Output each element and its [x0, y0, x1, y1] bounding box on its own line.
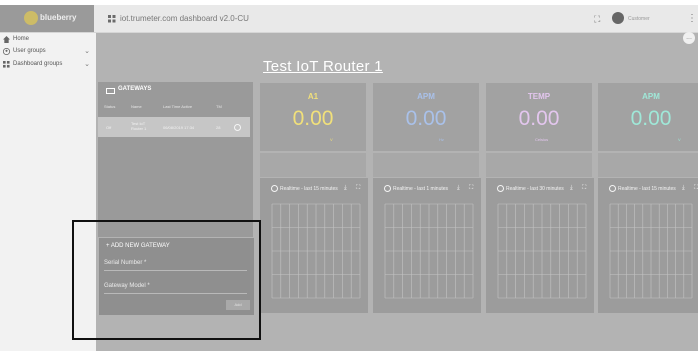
- card-unit: V: [678, 137, 681, 142]
- gateway-name[interactable]: Test IoT Router 1: [131, 121, 157, 131]
- clock-icon[interactable]: [497, 185, 504, 192]
- card-unit: Celsius: [535, 137, 549, 142]
- user-name[interactable]: Customer: [628, 16, 650, 22]
- more-vertical-icon[interactable]: ⋮: [687, 13, 697, 24]
- card-value: 0.00: [630, 107, 672, 130]
- logo-icon: [24, 11, 38, 25]
- gateway-model-field[interactable]: Gateway Model *: [104, 283, 150, 289]
- clock-icon[interactable]: [384, 185, 391, 192]
- sidebar-item-user-groups[interactable]: User groups ⌄: [0, 47, 96, 58]
- gateway-status: Off: [106, 125, 112, 130]
- download-icon[interactable]: ⤓: [457, 185, 460, 192]
- chart-plot: [497, 203, 587, 299]
- card-footer: [373, 153, 479, 177]
- realtime-chart: Realtime - last 15 minutes ⤓ ⛶: [260, 178, 368, 313]
- download-icon[interactable]: ⤓: [344, 185, 347, 192]
- realtime-chart: Realtime - last 1 minutes ⤓ ⛶: [373, 178, 481, 313]
- sidebar-item-label: Dashboard groups: [13, 61, 63, 67]
- chart-timewindow[interactable]: Realtime - last 15 minutes: [280, 186, 338, 192]
- serial-number-field[interactable]: Serial Number *: [104, 260, 146, 266]
- download-icon[interactable]: ⤓: [682, 185, 685, 192]
- field-underline: [104, 293, 247, 294]
- value-card: APM 0.00 V: [598, 83, 698, 151]
- chart-timewindow[interactable]: Realtime - last 15 minutes: [618, 186, 676, 192]
- card-unit: V: [330, 137, 333, 142]
- value-card: TEMP 0.00 Celsius: [486, 83, 592, 151]
- gateways-title: GATEWAYS: [118, 86, 152, 92]
- user-avatar-icon[interactable]: [612, 12, 624, 24]
- logo-area[interactable]: blueberry: [0, 5, 94, 32]
- top-bar: blueberry iot.trumeter.com dashboard v2.…: [0, 5, 698, 33]
- card-title: APM: [417, 92, 435, 101]
- chart-plot: [609, 203, 693, 299]
- card-footer: [598, 153, 698, 177]
- column-header[interactable]: Status: [104, 104, 115, 109]
- gear-icon[interactable]: [234, 124, 241, 131]
- fullscreen-icon[interactable]: ⛶: [469, 185, 473, 192]
- logo-text: blueberry: [40, 13, 77, 22]
- dashboard-icon: [108, 15, 116, 23]
- card-value: 0.00: [518, 107, 560, 130]
- router-icon: [106, 88, 115, 94]
- gateway-tm: 28: [216, 125, 221, 130]
- card-title: APM: [642, 92, 660, 101]
- column-header[interactable]: Last Time Active: [163, 104, 192, 109]
- column-header[interactable]: Name: [131, 104, 142, 109]
- fullscreen-icon[interactable]: ⛶: [356, 185, 360, 192]
- sidebar-item-dashboard-groups[interactable]: Dashboard groups ⌄: [0, 60, 96, 71]
- dialog-title: + ADD NEW GATEWAY: [106, 243, 170, 249]
- chart-plot: [271, 203, 361, 299]
- card-value: 0.00: [292, 107, 334, 130]
- card-value: 0.00: [405, 107, 447, 130]
- more-button[interactable]: ...: [683, 32, 695, 44]
- chevron-down-icon[interactable]: ⌄: [84, 60, 90, 68]
- realtime-chart: Realtime - last 30 minutes ⤓ ⛶: [486, 178, 594, 313]
- dashboard-icon: [3, 61, 10, 68]
- column-header[interactable]: TM: [216, 104, 222, 109]
- clock-icon[interactable]: [271, 185, 278, 192]
- card-footer: [486, 153, 592, 177]
- fullscreen-icon[interactable]: ⛶: [582, 185, 586, 192]
- fullscreen-icon[interactable]: ⛶: [594, 14, 600, 25]
- card-title: A1: [307, 92, 319, 101]
- download-icon[interactable]: ⤓: [570, 185, 573, 192]
- sidebar-item-label: User groups: [13, 48, 46, 54]
- chart-timewindow[interactable]: Realtime - last 30 minutes: [506, 186, 564, 192]
- value-card: A1 0.00 V: [260, 83, 366, 151]
- card-unit: Hz: [439, 137, 444, 142]
- card-footer: [260, 153, 366, 177]
- value-card: APM 0.00 Hz: [373, 83, 479, 151]
- chart-plot: [384, 203, 474, 299]
- chart-timewindow[interactable]: Realtime - last 1 minutes: [393, 186, 448, 192]
- home-icon: [3, 36, 10, 43]
- add-button[interactable]: Add: [226, 300, 250, 310]
- chevron-down-icon[interactable]: ⌄: [84, 47, 90, 55]
- dashboard-title: iot.trumeter.com dashboard v2.0-CU: [120, 14, 249, 23]
- fullscreen-icon[interactable]: ⛶: [694, 185, 698, 192]
- field-underline: [104, 270, 247, 271]
- card-title: TEMP: [527, 92, 551, 101]
- sidebar-item-label: Home: [13, 36, 30, 42]
- page-title: Test IoT Router 1: [263, 58, 383, 75]
- account-icon: [3, 48, 10, 55]
- realtime-chart: Realtime - last 15 minutes ⤓ ⛶: [598, 178, 698, 313]
- clock-icon[interactable]: [609, 185, 616, 192]
- app-window: blueberry iot.trumeter.com dashboard v2.…: [0, 0, 698, 351]
- gateway-last-active: 06/08/2019 17:34: [163, 125, 195, 130]
- sidebar-item-home[interactable]: Home: [0, 35, 96, 46]
